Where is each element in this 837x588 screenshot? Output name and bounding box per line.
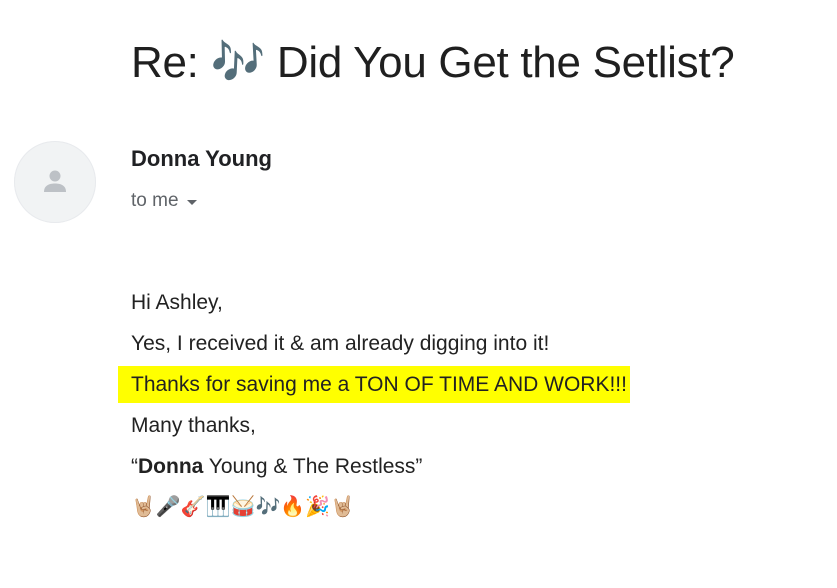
emoji-line: 🤘🏼🎤🎸🎹🥁🎶🔥🎉🤘🏼	[131, 496, 356, 518]
person-icon	[44, 170, 66, 192]
recipients-label: to me	[131, 190, 179, 211]
email-body: Hi Ashley, Yes, I received it & am alrea…	[118, 282, 630, 528]
closing-line: Many thanks,	[131, 414, 256, 437]
signature-bold-name: Donna	[138, 455, 204, 478]
recipients-row[interactable]: to me	[131, 190, 197, 212]
chevron-down-icon[interactable]	[186, 200, 197, 205]
sender-avatar[interactable]	[14, 141, 96, 223]
greeting-line: Hi Ashley,	[131, 291, 223, 314]
signature-open-quote: “	[131, 455, 138, 478]
body-line: Yes, I received it & am already digging …	[131, 332, 550, 355]
signature-line: “Donna Young & The Restless”	[131, 446, 630, 487]
email-subject: Re: 🎶 Did You Get the Setlist?	[131, 38, 735, 87]
highlighted-line: Thanks for saving me a TON OF TIME AND W…	[118, 366, 630, 403]
signature-rest: Young & The Restless”	[203, 455, 423, 478]
sender-name[interactable]: Donna Young	[131, 146, 272, 172]
